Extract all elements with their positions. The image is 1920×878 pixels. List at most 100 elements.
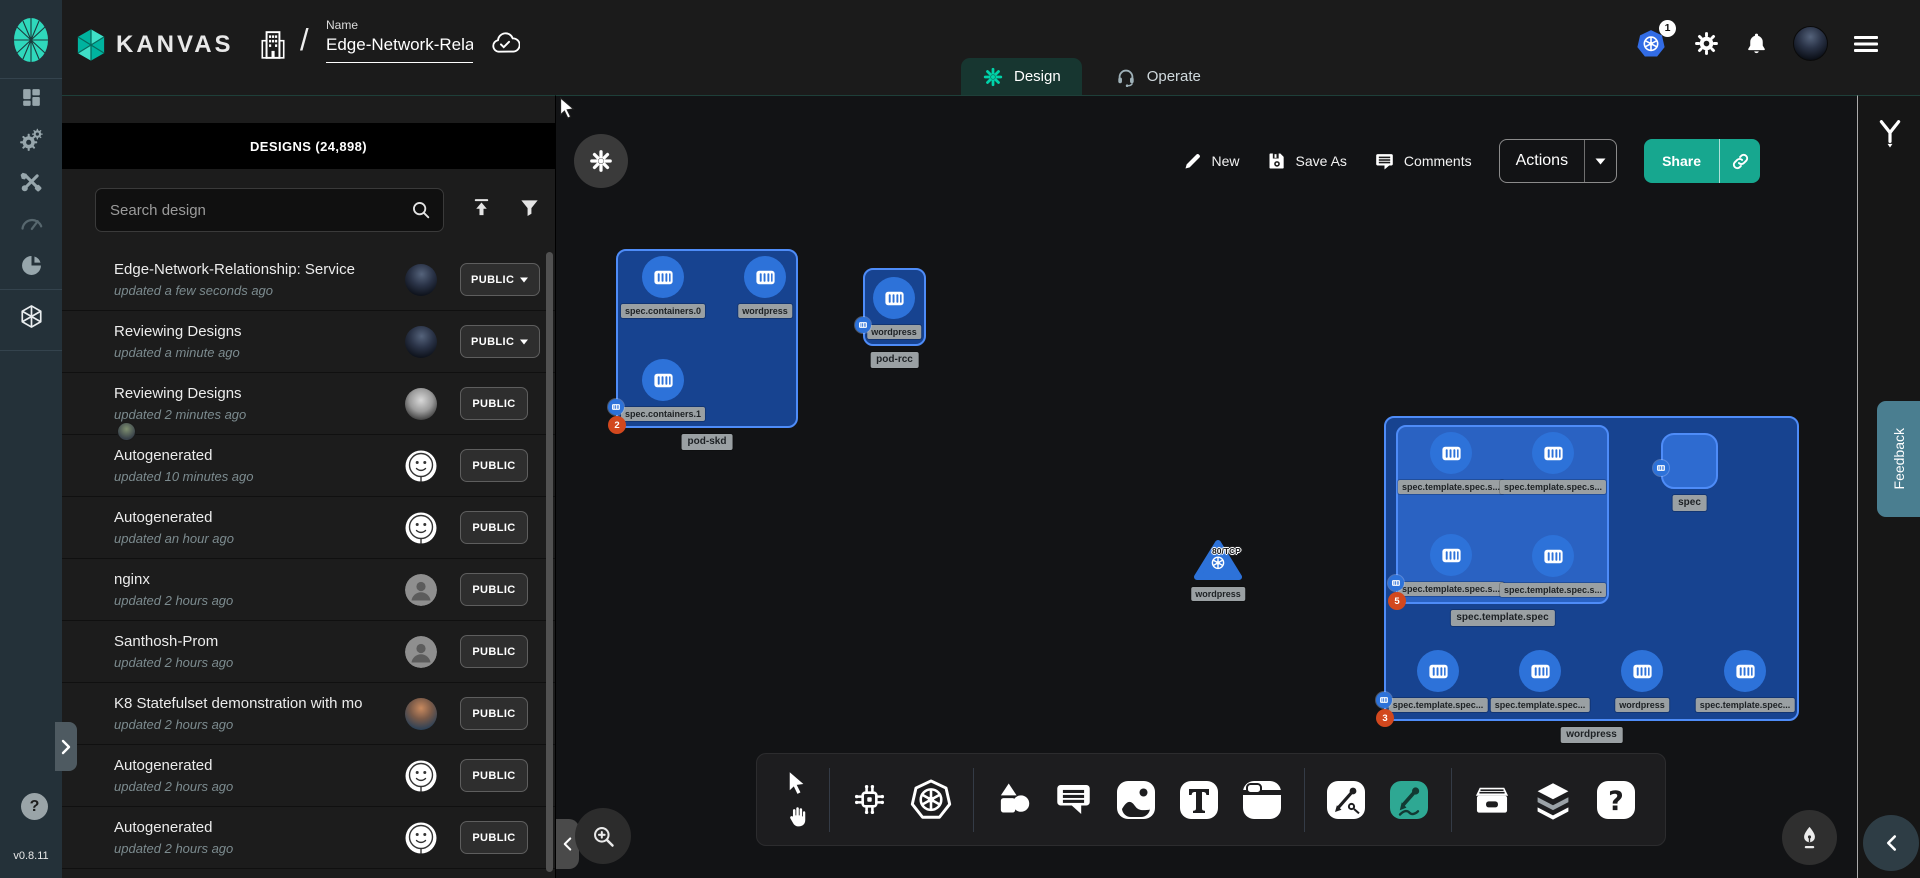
designs-scrollbar[interactable]	[546, 252, 553, 872]
whiteboard-pen-button[interactable]	[1782, 810, 1837, 865]
design-visibility-badge[interactable]: PUBLIC	[460, 511, 528, 544]
sidebar-item-kanvas[interactable]	[0, 298, 62, 340]
design-list-item[interactable]: Autogenerated updated 2 hours ago PUBLIC	[62, 807, 555, 869]
tool-helptool[interactable]: ?	[1594, 778, 1638, 822]
import-design-icon[interactable]	[470, 196, 493, 224]
designs-panel: DESIGNS (24,898) Edge-Network-Relationsh…	[62, 95, 555, 878]
notifications-bell-icon[interactable]	[1744, 30, 1769, 57]
design-visibility-badge[interactable]: PUBLIC	[460, 821, 528, 854]
design-visibility-badge[interactable]: PUBLIC	[460, 635, 528, 668]
tool-circuit[interactable]	[849, 779, 890, 820]
design-list-item[interactable]: Santhosh-Prom updated 2 hours ago PUBLIC	[62, 621, 555, 683]
tool-freehand[interactable]	[1387, 778, 1431, 822]
container-node[interactable]	[1519, 650, 1561, 692]
design-list-item[interactable]: Autogenerated updated 2 hours ago PUBLIC	[62, 745, 555, 807]
design-updated-time: updated a few seconds ago	[114, 283, 273, 298]
designs-list: Edge-Network-Relationship: Service updat…	[62, 249, 555, 878]
container-node[interactable]	[642, 256, 684, 298]
tool-image[interactable]	[1114, 778, 1158, 822]
container-node[interactable]	[642, 359, 684, 401]
design-visibility-badge[interactable]: PUBLIC	[460, 697, 528, 730]
share-split-button[interactable]: Share	[1644, 139, 1760, 183]
toolbar-divider	[1304, 768, 1305, 832]
dock-toggle-button[interactable]	[574, 134, 628, 188]
k8s-group-spec.template.spec[interactable]	[1396, 425, 1609, 604]
design-list-item[interactable]: Reviewing Designs updated 2 minutes ago …	[62, 373, 555, 435]
zoom-in-button[interactable]	[575, 808, 631, 864]
layer5-logo-icon[interactable]	[11, 14, 51, 66]
container-node[interactable]	[744, 256, 786, 298]
container-node[interactable]	[1532, 432, 1574, 474]
sidebar-item-configuration[interactable]	[0, 163, 62, 205]
design-name-label: Name	[326, 18, 473, 32]
organization-icon[interactable]	[258, 27, 288, 63]
design-visibility-badge[interactable]: PUBLIC	[460, 573, 528, 606]
k8s-group-spec[interactable]	[1661, 433, 1718, 489]
error-count-badge[interactable]: 2	[608, 416, 626, 434]
tool-panel[interactable]	[1240, 778, 1284, 822]
resource-kind-badge-icon	[855, 317, 871, 333]
copy-link-button[interactable]	[1720, 139, 1760, 183]
tool-comment[interactable]	[1053, 779, 1094, 820]
tab-design[interactable]: Design	[961, 58, 1082, 95]
tool-text[interactable]	[1177, 778, 1221, 822]
design-name-input[interactable]	[326, 35, 473, 63]
design-visibility-badge[interactable]: PUBLIC	[460, 449, 528, 482]
container-node[interactable]	[1532, 535, 1574, 577]
actions-split-button[interactable]: Actions	[1499, 139, 1617, 183]
design-list-item[interactable]: Edge-Network-Relationship: Service updat…	[62, 249, 555, 311]
sidebar-item-lifecycle[interactable]	[0, 121, 62, 163]
help-button[interactable]: ?	[21, 793, 48, 820]
container-node[interactable]	[1430, 432, 1472, 474]
expand-right-panel-button[interactable]	[1863, 815, 1919, 871]
container-node[interactable]	[1430, 534, 1472, 576]
design-author-avatar	[405, 264, 437, 296]
feedback-button[interactable]: Feedback	[1877, 401, 1920, 517]
service-node[interactable]	[1194, 537, 1242, 588]
design-visibility-badge[interactable]: PUBLIC	[460, 387, 528, 420]
hierarchy-tool-icon[interactable]	[1875, 118, 1905, 155]
tab-operate[interactable]: Operate	[1094, 58, 1222, 95]
design-visibility-badge[interactable]: PUBLIC	[460, 325, 540, 358]
container-label: spec.template.spec.s...	[1500, 480, 1606, 494]
toolbar-divider	[829, 768, 830, 832]
search-input[interactable]	[95, 188, 444, 232]
sidebar-item-dashboard[interactable]	[0, 79, 62, 121]
design-list-item[interactable]: Autogenerated updated an hour ago PUBLIC	[62, 497, 555, 559]
settings-gear-icon[interactable]	[1693, 30, 1720, 57]
container-node[interactable]	[1417, 650, 1459, 692]
error-count-badge[interactable]: 5	[1388, 592, 1406, 610]
design-list-item[interactable]: Reviewing Designs updated a minute ago P…	[62, 311, 555, 373]
design-list-item[interactable]: nginx updated 2 hours ago PUBLIC	[62, 559, 555, 621]
new-design-button[interactable]: New	[1183, 151, 1240, 171]
design-canvas[interactable]: New Save As Comments Actions	[555, 95, 1857, 878]
container-node[interactable]	[873, 277, 915, 319]
tool-pen[interactable]	[1324, 778, 1368, 822]
comments-button[interactable]: Comments	[1374, 151, 1472, 172]
design-visibility-badge[interactable]: PUBLIC	[460, 759, 528, 792]
error-count-badge[interactable]: 3	[1376, 709, 1394, 727]
actions-caret[interactable]	[1585, 140, 1616, 182]
configuration-icon	[18, 168, 45, 200]
sidebar-item-extensions[interactable]	[0, 247, 62, 289]
design-visibility-badge[interactable]: PUBLIC	[460, 263, 540, 296]
kubernetes-context-icon[interactable]: 1	[1635, 28, 1669, 60]
container-node[interactable]	[1724, 650, 1766, 692]
tool-hand[interactable]	[784, 805, 809, 830]
tool-layers[interactable]	[1532, 779, 1574, 821]
design-list-item[interactable]: K8 Statefulset demonstration with mo upd…	[62, 683, 555, 745]
tool-shapes[interactable]	[993, 779, 1034, 820]
user-avatar[interactable]	[1793, 26, 1828, 61]
rail-expand-button[interactable]	[55, 722, 77, 771]
design-list-item[interactable]: Autogenerated updated 10 minutes ago PUB…	[62, 435, 555, 497]
canvas-action-bar: New Save As Comments Actions	[1183, 139, 1760, 183]
brand[interactable]: KANVAS	[76, 28, 234, 62]
save-as-button[interactable]: Save As	[1267, 151, 1347, 171]
tool-cursor[interactable]	[784, 770, 809, 795]
container-node[interactable]	[1621, 650, 1663, 692]
filter-icon[interactable]	[518, 196, 541, 224]
sidebar-item-performance[interactable]	[0, 205, 62, 247]
hamburger-menu-icon[interactable]	[1852, 32, 1880, 56]
tool-drawer[interactable]	[1471, 779, 1513, 821]
tool-kubernetes[interactable]	[909, 778, 953, 822]
